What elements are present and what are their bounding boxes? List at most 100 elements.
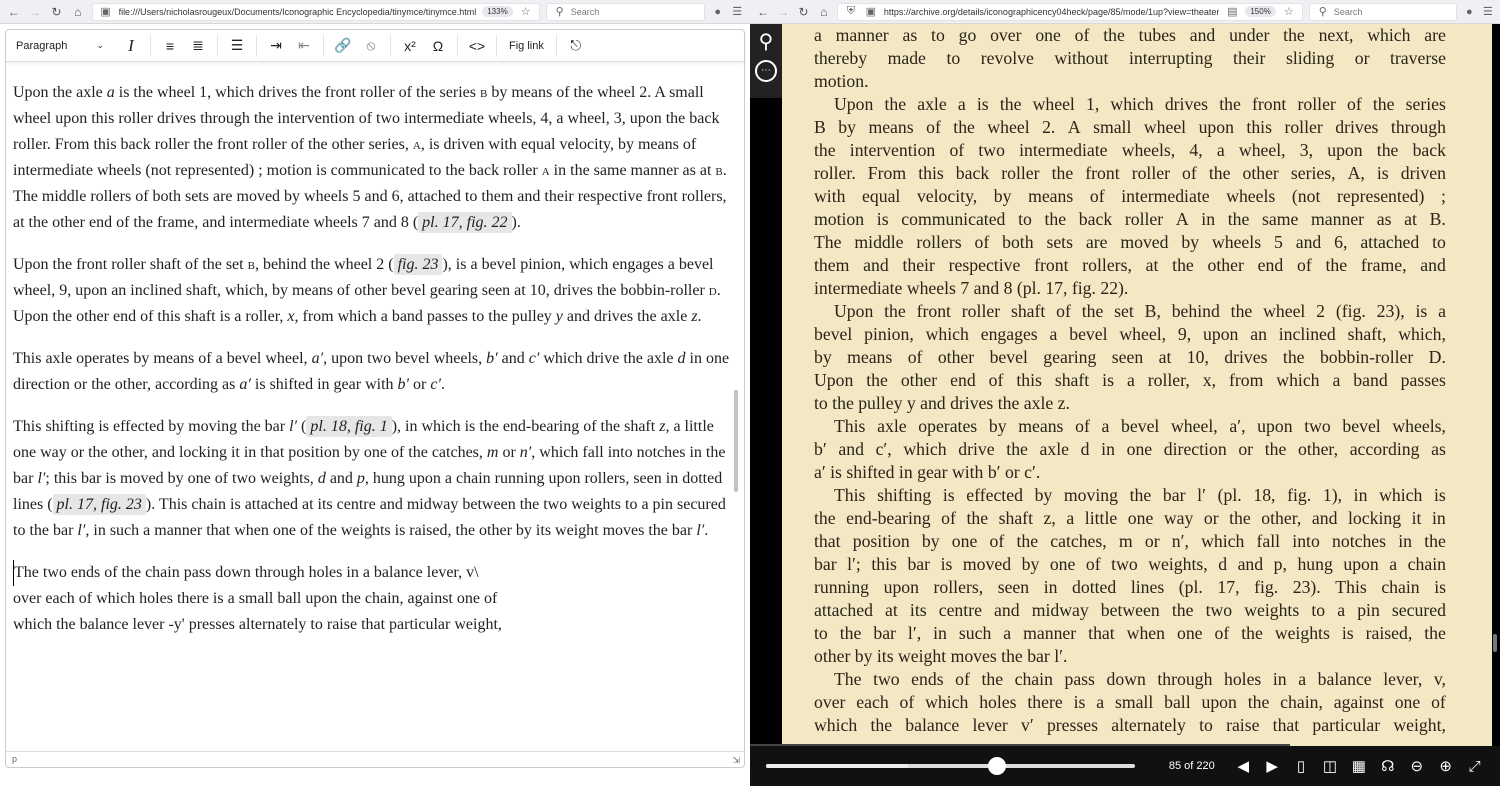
text-run: This axle operates by means of a bevel w…: [13, 350, 312, 367]
zoom-level[interactable]: 133%: [482, 6, 513, 17]
one-page-view-icon[interactable]: ▯: [1292, 759, 1311, 774]
editor-paragraph[interactable]: Upon the front roller shaft of the set b…: [13, 252, 737, 330]
file-icon: ▣: [100, 6, 111, 18]
small-caps-label: d: [708, 282, 717, 299]
editor-paragraph[interactable]: This shifting is effected by moving the …: [13, 414, 737, 544]
bookmark-star-icon[interactable]: ☆: [519, 5, 533, 18]
align-center-icon[interactable]: ☰: [224, 33, 250, 59]
italic-variable: d: [677, 350, 686, 367]
scan-line: with equal velocity, by means of intermediate w…: [814, 186, 1446, 206]
figure-reference[interactable]: pl. 17, fig. 23: [52, 494, 146, 515]
next-page-icon[interactable]: ▶: [1263, 759, 1282, 774]
forward-icon[interactable]: →: [776, 4, 790, 20]
search-bar[interactable]: ⚲ Search: [1308, 2, 1458, 21]
two-page-view-icon[interactable]: ◫: [1321, 759, 1340, 774]
editor-paragraph[interactable]: This axle operates by means of a bevel w…: [13, 346, 737, 398]
left-browser-window: ← → ↻ ⌂ ▣ file:///Users/nicholasrougeux/…: [0, 0, 750, 786]
italic-variable: l′: [289, 418, 298, 435]
scan-line: a manner as to go over one of the tubes and under th…: [814, 25, 1446, 45]
italic-variable: n′: [519, 444, 532, 461]
account-icon[interactable]: ●: [711, 6, 724, 18]
text-run: ), in which is the end-bearing of the sh…: [391, 418, 660, 435]
text-run: and: [497, 350, 529, 367]
account-icon[interactable]: ●: [1463, 6, 1475, 18]
zoom-in-icon[interactable]: ⊕: [1436, 759, 1455, 774]
scan-line: b′ and c′, which drive the axle d in one direction…: [814, 439, 1446, 459]
text-run: and: [325, 470, 357, 487]
text-run: .: [440, 376, 445, 393]
source-code-button[interactable]: <>: [464, 33, 490, 59]
editor-paragraph[interactable]: Upon the axle a is the wheel 1, which dr…: [13, 80, 737, 236]
text-run: , in such a manner that when one of the …: [85, 522, 697, 539]
figure-reference[interactable]: pl. 18, fig. 1: [306, 416, 392, 437]
stamp-icon[interactable]: ⎋: [563, 33, 589, 59]
text-run: in the same manner as at: [549, 162, 716, 179]
previous-page-icon[interactable]: ◀: [1234, 759, 1253, 774]
back-icon[interactable]: ←: [756, 4, 770, 20]
figure-reference[interactable]: fig. 23: [393, 254, 443, 275]
zoom-level[interactable]: 150%: [1245, 6, 1276, 17]
address-bar[interactable]: ▣ file:///Users/nicholasrougeux/Document…: [91, 2, 540, 21]
scan-line: The middle rollers of both sets are moved by whee…: [814, 232, 1446, 252]
figure-reference[interactable]: pl. 17, fig. 22: [418, 212, 512, 233]
read-aloud-icon[interactable]: ☊: [1378, 759, 1397, 774]
scan-line: bar l′; this bar is moved by one of two weights, d a…: [814, 554, 1446, 574]
address-bar[interactable]: ⛨ ▣ https://archive.org/details/iconogra…: [836, 2, 1303, 21]
numbered-list-icon[interactable]: ≣: [185, 33, 211, 59]
bullet-list-icon[interactable]: ≡: [157, 33, 183, 59]
search-icon[interactable]: ⚲: [759, 32, 774, 52]
toolbar-divider: [150, 34, 151, 57]
format-select-value: Paragraph: [16, 39, 68, 52]
draft-line: which the balance lever -y' presses alte…: [13, 616, 502, 633]
menu-icon[interactable]: ☰: [730, 5, 743, 18]
right-browser-window: ← → ↻ ⌂ ⛨ ▣ https://archive.org/details/…: [750, 0, 1500, 786]
scan-line: thereby made to revolve without interrupting t…: [814, 48, 1446, 68]
menu-icon[interactable]: ☰: [1482, 5, 1494, 18]
editor-content-area[interactable]: Upon the axle a is the wheel 1, which dr…: [6, 63, 744, 751]
element-path[interactable]: p: [12, 754, 17, 764]
fig-link-button[interactable]: Fig link: [503, 33, 550, 59]
thumbnail-view-icon[interactable]: ▦: [1349, 759, 1368, 774]
scanned-page[interactable]: a manner as to go over one of the tubes and under th…: [782, 24, 1492, 746]
indent-icon[interactable]: ⇥: [263, 33, 289, 59]
page-slider-handle[interactable]: [988, 757, 1007, 775]
editor-draft-paragraph[interactable]: The two ends of the chain pass down thro…: [13, 560, 737, 638]
bookmark-star-icon[interactable]: ☆: [1282, 5, 1296, 18]
toolbar-divider: [256, 34, 257, 57]
fullscreen-exit-icon[interactable]: ⤢: [1465, 759, 1484, 774]
scan-line: bevel pinion, which engages a bevel wheel, 9, up…: [814, 324, 1446, 344]
home-icon[interactable]: ⌂: [70, 4, 85, 20]
toolbar-divider: [323, 34, 324, 57]
outdent-icon[interactable]: ⇤: [291, 33, 317, 59]
unlink-icon[interactable]: ⦸: [358, 33, 384, 59]
home-icon[interactable]: ⌂: [817, 4, 831, 20]
text-run: and drives the axle: [562, 308, 692, 325]
reload-icon[interactable]: ↻: [49, 4, 64, 20]
forward-icon[interactable]: →: [27, 4, 42, 20]
link-icon[interactable]: 🔗: [330, 33, 356, 59]
more-options-icon[interactable]: ⋯: [755, 60, 777, 82]
small-caps-label: a: [541, 162, 550, 179]
editor-scrollbar[interactable]: [734, 390, 738, 492]
reader-view-icon[interactable]: ▤: [1225, 5, 1239, 18]
superscript-button[interactable]: x²: [397, 33, 423, 59]
back-icon[interactable]: ←: [6, 4, 21, 20]
resize-handle-icon[interactable]: ⇲: [732, 755, 740, 766]
format-select[interactable]: Paragraph ⌄: [12, 33, 110, 59]
text-run: is shifted in gear with: [250, 376, 398, 393]
italic-variable: p: [356, 470, 365, 487]
reader-scrollbar[interactable]: [1493, 634, 1497, 652]
italic-button[interactable]: I: [118, 33, 144, 59]
toolbar-divider: [496, 34, 497, 57]
page-slider[interactable]: [766, 757, 1135, 775]
page-slider-fill: [766, 764, 909, 768]
search-bar[interactable]: ⚲ Search: [545, 2, 706, 21]
text-run: Upon the axle: [13, 84, 107, 101]
text-run: This shifting is effected by moving the …: [13, 418, 290, 435]
scan-line: running upon rollers, seen in dotted lines (pl.…: [814, 577, 1446, 597]
reload-icon[interactable]: ↻: [796, 4, 810, 20]
zoom-out-icon[interactable]: ⊖: [1407, 759, 1426, 774]
text-run: .: [704, 522, 709, 539]
text-run: ; this bar is moved by one of two weight…: [45, 470, 318, 487]
special-character-button[interactable]: Ω: [425, 33, 451, 59]
